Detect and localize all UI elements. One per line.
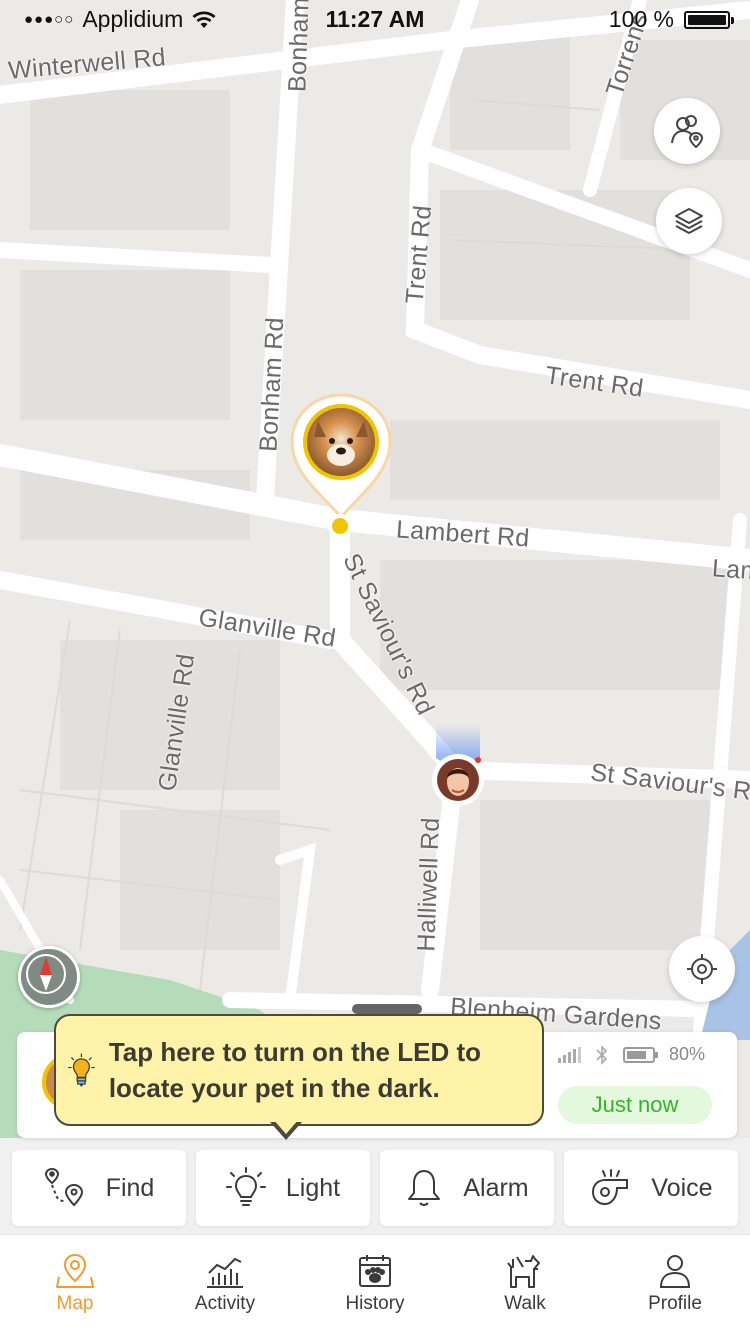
drag-handle[interactable]: [352, 1004, 422, 1014]
route-pin-icon: [44, 1167, 83, 1207]
device-stats: 80%: [557, 1044, 705, 1065]
lightbulb-icon: [68, 1053, 95, 1087]
owner-avatar-marker: [432, 724, 484, 806]
voice-label: Voice: [651, 1173, 713, 1202]
map-pin-icon: [56, 1254, 94, 1288]
device-battery-icon: [622, 1046, 658, 1063]
alarm-label: Alarm: [463, 1173, 529, 1202]
battery-percent: 100 %: [608, 6, 674, 32]
lightbulb-outline-icon: [225, 1167, 266, 1206]
status-right: 100 %: [608, 6, 734, 33]
calendar-paw-icon: [359, 1255, 391, 1287]
street-label-lambert-cut: Lam: [711, 554, 750, 586]
tooltip-tail: [270, 1119, 302, 1140]
people-location-icon: [671, 115, 704, 149]
action-bar: Find Light Alarm Voice: [0, 1138, 750, 1234]
tab-profile[interactable]: Profile: [600, 1235, 750, 1334]
layers-icon: [675, 208, 703, 234]
device-battery-percent: 80%: [668, 1044, 705, 1064]
tab-bar: Map Activity History Walk Profile: [0, 1234, 750, 1334]
tab-profile-label: Profile: [648, 1293, 702, 1314]
pet-location-pin[interactable]: [290, 393, 392, 541]
owner-location-pin[interactable]: [430, 720, 486, 810]
layers-button[interactable]: [656, 188, 722, 254]
dog-icon: [507, 1255, 540, 1288]
find-label: Find: [105, 1173, 155, 1202]
bell-icon: [408, 1170, 441, 1206]
person-icon: [659, 1255, 691, 1288]
find-button[interactable]: Find: [12, 1150, 186, 1226]
tooltip-text: Tap here to turn on the LED to locate yo…: [108, 1037, 481, 1103]
tab-activity-label: Activity: [194, 1293, 256, 1314]
tab-map[interactable]: Map: [0, 1235, 150, 1334]
app-root: Winterwell Rd Bonham Bonham Rd Torrens T…: [0, 0, 750, 1334]
locate-me-button[interactable]: [669, 936, 735, 1002]
led-tooltip[interactable]: Tap here to turn on the LED to locate yo…: [54, 1014, 544, 1126]
tab-map-label: Map: [56, 1293, 94, 1314]
tab-history-label: History: [345, 1293, 405, 1314]
tab-walk-label: Walk: [504, 1293, 546, 1314]
activity-chart-icon: [207, 1257, 243, 1288]
bluetooth-icon: [596, 1044, 608, 1065]
friends-button[interactable]: [654, 98, 720, 164]
crosshair-icon: [687, 954, 717, 984]
status-bar: ●●●○○ Applidium 11:27 AM 100 %: [0, 0, 750, 40]
pet-pin-marker: [290, 393, 392, 538]
cellular-signal-icon: [557, 1046, 581, 1063]
tab-walk[interactable]: Walk: [450, 1235, 600, 1334]
tab-activity[interactable]: Activity: [150, 1235, 300, 1334]
tab-history[interactable]: History: [300, 1235, 450, 1334]
whistle-icon: [592, 1169, 629, 1206]
light-label: Light: [285, 1173, 341, 1202]
compass-button[interactable]: [18, 946, 80, 1008]
battery-icon: [684, 10, 734, 29]
voice-button[interactable]: Voice: [564, 1150, 738, 1226]
alarm-button[interactable]: Alarm: [380, 1150, 554, 1226]
light-button[interactable]: Light: [196, 1150, 370, 1226]
street-label-halliwell: Halliwell Rd: [412, 816, 445, 953]
compass-icon: [26, 954, 66, 994]
last-seen-badge: Just now: [558, 1086, 712, 1124]
